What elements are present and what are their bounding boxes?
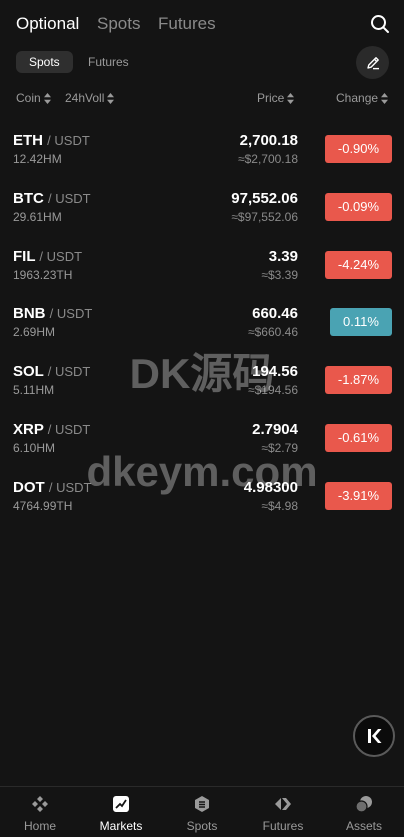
column-change[interactable]: Change — [336, 91, 389, 105]
volume-value: 5.11HM — [13, 383, 55, 397]
coin-pair: XRP / USDT — [13, 421, 90, 438]
price-fiat-value: ≈$4.98 — [261, 499, 298, 513]
price-value: 2,700.18 — [239, 132, 298, 149]
base-symbol: DOT — [13, 479, 45, 496]
assets-icon — [355, 796, 372, 813]
change-badge: -0.61% — [325, 424, 392, 452]
market-row[interactable]: ETH / USDT 12.42HM 2,700.18 ≈$2,700.18 -… — [0, 128, 404, 186]
coin-pair: SOL / USDT — [13, 363, 90, 380]
volume-value: 12.42HM — [13, 152, 62, 166]
coin-pair: BTC / USDT — [13, 190, 91, 207]
price-value: 4.98300 — [243, 479, 298, 496]
tab-futures[interactable]: Futures — [158, 14, 216, 34]
quote-symbol: / USDT — [48, 191, 91, 206]
quote-symbol: / USDT — [47, 133, 90, 148]
subtab-futures[interactable]: Futures — [75, 51, 142, 73]
change-badge: -0.90% — [325, 135, 392, 163]
futures-icon — [275, 798, 291, 810]
volume-value: 1963.23TH — [13, 268, 73, 282]
price-fiat-value: ≈$194.56 — [248, 383, 298, 397]
sort-icon — [381, 92, 389, 104]
price-value: 660.46 — [252, 305, 298, 322]
floating-logo-button[interactable] — [353, 715, 395, 757]
column-change-label: Change — [336, 91, 379, 105]
quote-symbol: / USDT — [47, 364, 91, 379]
nav-home[interactable]: Home — [0, 787, 80, 837]
nav-assets[interactable]: Assets — [324, 787, 404, 837]
pencil-icon — [366, 56, 379, 69]
market-row[interactable]: BTC / USDT 29.61HM 97,552.06 ≈$97,552.06… — [0, 186, 404, 244]
base-symbol: ETH — [13, 132, 43, 149]
quote-symbol: / USDT — [47, 422, 91, 437]
nav-markets[interactable]: Markets — [81, 787, 161, 837]
nav-spots[interactable]: Spots — [162, 787, 242, 837]
k-logo-icon — [368, 729, 382, 743]
base-symbol: BTC — [13, 190, 44, 207]
column-price-label: Price — [257, 91, 285, 105]
change-badge: -4.24% — [325, 251, 392, 279]
volume-value: 29.61HM — [13, 210, 62, 224]
markets-icon — [113, 796, 129, 812]
column-volume[interactable]: 24hVoll — [65, 91, 115, 105]
coin-pair: FIL / USDT — [13, 248, 82, 265]
market-row[interactable]: XRP / USDT 6.10HM 2.7904 ≈$2.79 -0.61% — [0, 417, 404, 475]
nav-home-label: Home — [23, 819, 56, 833]
nav-spots-label: Spots — [186, 819, 218, 833]
base-symbol: FIL — [13, 248, 36, 265]
nav-futures[interactable]: Futures — [243, 787, 323, 837]
change-badge: -0.09% — [325, 193, 392, 221]
price-value: 97,552.06 — [231, 190, 298, 207]
top-navigation: Optional Spots Futures — [0, 0, 404, 48]
change-badge: -3.91% — [325, 482, 392, 510]
price-value: 194.56 — [252, 363, 298, 380]
tab-optional[interactable]: Optional — [16, 14, 79, 34]
price-value: 2.7904 — [252, 421, 298, 438]
sort-icon — [287, 92, 295, 104]
price-fiat-value: ≈$660.46 — [248, 325, 298, 339]
change-badge: 0.11% — [330, 308, 392, 336]
nav-futures-label: Futures — [262, 819, 304, 833]
price-value: 3.39 — [268, 248, 298, 265]
quote-symbol: / USDT — [39, 249, 83, 264]
search-icon[interactable] — [370, 14, 390, 34]
quote-symbol: / USDT — [49, 306, 93, 321]
edit-watchlist-button[interactable] — [356, 46, 389, 79]
tab-spots[interactable]: Spots — [97, 14, 140, 34]
subtab-spots[interactable]: Spots — [16, 51, 73, 73]
volume-value: 4764.99TH — [13, 499, 73, 513]
price-fiat-value: ≈$3.39 — [261, 268, 298, 282]
change-badge: -1.87% — [325, 366, 392, 394]
coin-pair: BNB / USDT — [13, 305, 92, 322]
volume-value: 6.10HM — [13, 441, 56, 455]
home-icon — [32, 796, 48, 812]
column-coin-label: Coin — [16, 91, 41, 105]
market-row[interactable]: FIL / USDT 1963.23TH 3.39 ≈$3.39 -4.24% — [0, 244, 404, 302]
sort-icon — [43, 92, 51, 104]
nav-markets-label: Markets — [99, 819, 143, 833]
coin-pair: DOT / USDT — [13, 479, 91, 496]
nav-assets-label: Assets — [345, 819, 382, 833]
base-symbol: BNB — [13, 305, 46, 322]
market-row[interactable]: BNB / USDT 2.69HM 660.46 ≈$660.46 0.11% — [0, 301, 404, 359]
bottom-navigation: Home Markets Spots Futures Assets — [0, 786, 404, 837]
coin-pair: ETH / USDT — [13, 132, 90, 149]
sort-icon — [107, 92, 115, 104]
market-row[interactable]: DOT / USDT 4764.99TH 4.98300 ≈$4.98 -3.9… — [0, 475, 404, 533]
quote-symbol: / USDT — [48, 480, 92, 495]
base-symbol: SOL — [13, 363, 44, 380]
column-volume-label: 24hVoll — [65, 91, 105, 105]
price-fiat-value: ≈$2.79 — [261, 441, 298, 455]
market-row[interactable]: SOL / USDT 5.11HM 194.56 ≈$194.56 -1.87% — [0, 359, 404, 417]
price-fiat-value: ≈$97,552.06 — [231, 210, 298, 224]
column-price[interactable]: Price — [257, 91, 295, 105]
base-symbol: XRP — [13, 421, 44, 438]
price-fiat-value: ≈$2,700.18 — [238, 152, 298, 166]
column-coin[interactable]: Coin — [16, 91, 51, 105]
volume-value: 2.69HM — [13, 325, 56, 339]
spots-icon — [195, 796, 209, 812]
